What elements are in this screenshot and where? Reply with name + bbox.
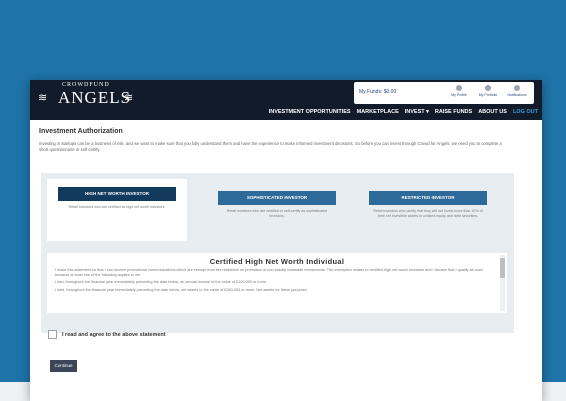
certificate-para-3: I held, throughout the financial year im…	[55, 287, 307, 292]
bell-icon	[514, 85, 520, 91]
agree-checkbox[interactable]	[48, 330, 57, 339]
my-portfolio-label: My Portfolio	[478, 93, 498, 97]
agree-row: I read and agree to the above statement	[48, 330, 166, 339]
scrollbar-thumb[interactable]	[500, 258, 505, 278]
restricted-investor-tab[interactable]: RESTRICTED INVESTOR	[369, 191, 487, 205]
browser-window: ≋ CROWDFUND ANGELS ≋ My Funds: $0.00 My …	[30, 80, 542, 401]
investor-type-hnw[interactable]: HIGH NET WORTH INVESTOR Retail investors…	[47, 179, 187, 241]
page-title: Investment Authorization	[39, 128, 123, 135]
investor-type-restricted[interactable]: RESTRICTED INVESTOR Retail investors who…	[358, 183, 498, 219]
investor-type-sophisticated[interactable]: SOPHISTICATED INVESTOR Retail investors …	[207, 183, 347, 219]
certificate-para-2: I had, throughout the financial year imm…	[55, 280, 268, 285]
wing-left-icon: ≋	[38, 92, 48, 104]
my-profile-label: My Profile	[451, 93, 467, 97]
my-portfolio-link[interactable]: My Portfolio	[475, 85, 501, 97]
nav-investment-opportunities[interactable]: INVESTMENT OPPORTUNITIES	[269, 109, 351, 115]
main-nav: INVESTMENT OPPORTUNITIES MARKETPLACE INV…	[269, 109, 538, 115]
sophisticated-investor-tab[interactable]: SOPHISTICATED INVESTOR	[218, 191, 336, 205]
certificate-title: Certified High Net Worth Individual	[209, 257, 345, 266]
nav-raise-funds[interactable]: RAISE FUNDS	[435, 109, 472, 115]
certificate-statement: Certified High Net Worth Individual I ma…	[47, 253, 507, 313]
continue-button[interactable]: Continue	[50, 360, 77, 372]
certificate-para-1: I make this statement so that I can rece…	[55, 268, 483, 278]
account-box: My Funds: $0.00 My Profile My Portfolio …	[354, 82, 534, 104]
restricted-investor-desc: Retail investors who certify that they w…	[373, 209, 483, 218]
notifications-label: Notifications	[507, 93, 527, 97]
intro-text: Investing in startups can be a business …	[39, 141, 502, 152]
funds-balance: My Funds: $0.00	[359, 89, 397, 95]
nav-about-us[interactable]: ABOUT US	[478, 109, 507, 115]
sophisticated-investor-desc: Retail investors who are certified or se…	[226, 209, 328, 218]
certificate-scrollbar[interactable]	[500, 255, 505, 311]
site-header: ≋ CROWDFUND ANGELS ≋ My Funds: $0.00 My …	[30, 80, 542, 120]
my-profile-link[interactable]: My Profile	[446, 85, 472, 97]
hnw-investor-desc: Retail investors who are certified as hi…	[68, 205, 166, 209]
nav-log-out[interactable]: LOG OUT	[513, 109, 538, 115]
hnw-investor-tab[interactable]: HIGH NET WORTH INVESTOR	[58, 187, 176, 201]
page-content: Investment Authorization Investing in st…	[39, 128, 533, 153]
user-icon	[456, 85, 462, 91]
certificate-text: I make this statement so that I can rece…	[47, 266, 507, 293]
nav-invest[interactable]: INVEST ▾	[405, 109, 429, 115]
wing-right-icon: ≋	[124, 92, 134, 104]
briefcase-icon	[485, 85, 491, 91]
account-links: My Profile My Portfolio Notifications	[446, 85, 530, 97]
logo-big-text: ANGELS	[58, 88, 132, 107]
nav-marketplace[interactable]: MARKETPLACE	[357, 109, 399, 115]
agree-label[interactable]: I read and agree to the above statement	[62, 332, 166, 338]
investor-type-panel: HIGH NET WORTH INVESTOR Retail investors…	[41, 173, 514, 333]
notifications-link[interactable]: Notifications	[504, 85, 530, 97]
